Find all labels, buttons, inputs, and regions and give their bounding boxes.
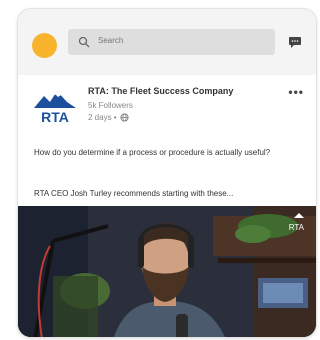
post-timestamp: 2 days • [88,113,129,122]
media-scene: RTA [18,206,316,337]
post-header: RTA RTA: The Fleet Success Company 5k Fo… [18,75,316,145]
post-media[interactable]: RTA [18,206,316,337]
avatar[interactable] [32,33,57,58]
globe-icon [120,113,129,122]
logo-text: RTA [41,109,69,125]
search-placeholder: Search [98,36,124,45]
company-logo[interactable]: RTA [32,86,78,126]
followers-count: 5k Followers [88,101,133,110]
post-body-summary: RTA CEO Josh Turley recommends starting … [34,189,234,198]
chat-icon[interactable] [288,36,302,49]
search-input[interactable]: Search [68,29,275,55]
top-bar: Search [18,9,316,75]
more-icon[interactable]: ••• [288,85,304,99]
media-watermark: RTA [289,223,305,232]
search-icon [78,36,90,48]
post-body-question: How do you determine if a process or pro… [34,148,271,157]
company-name[interactable]: RTA: The Fleet Success Company [88,86,233,96]
post-time: 2 days • [88,113,117,122]
post-card: Search RTA RTA: The Fleet Success Compan… [17,8,317,338]
